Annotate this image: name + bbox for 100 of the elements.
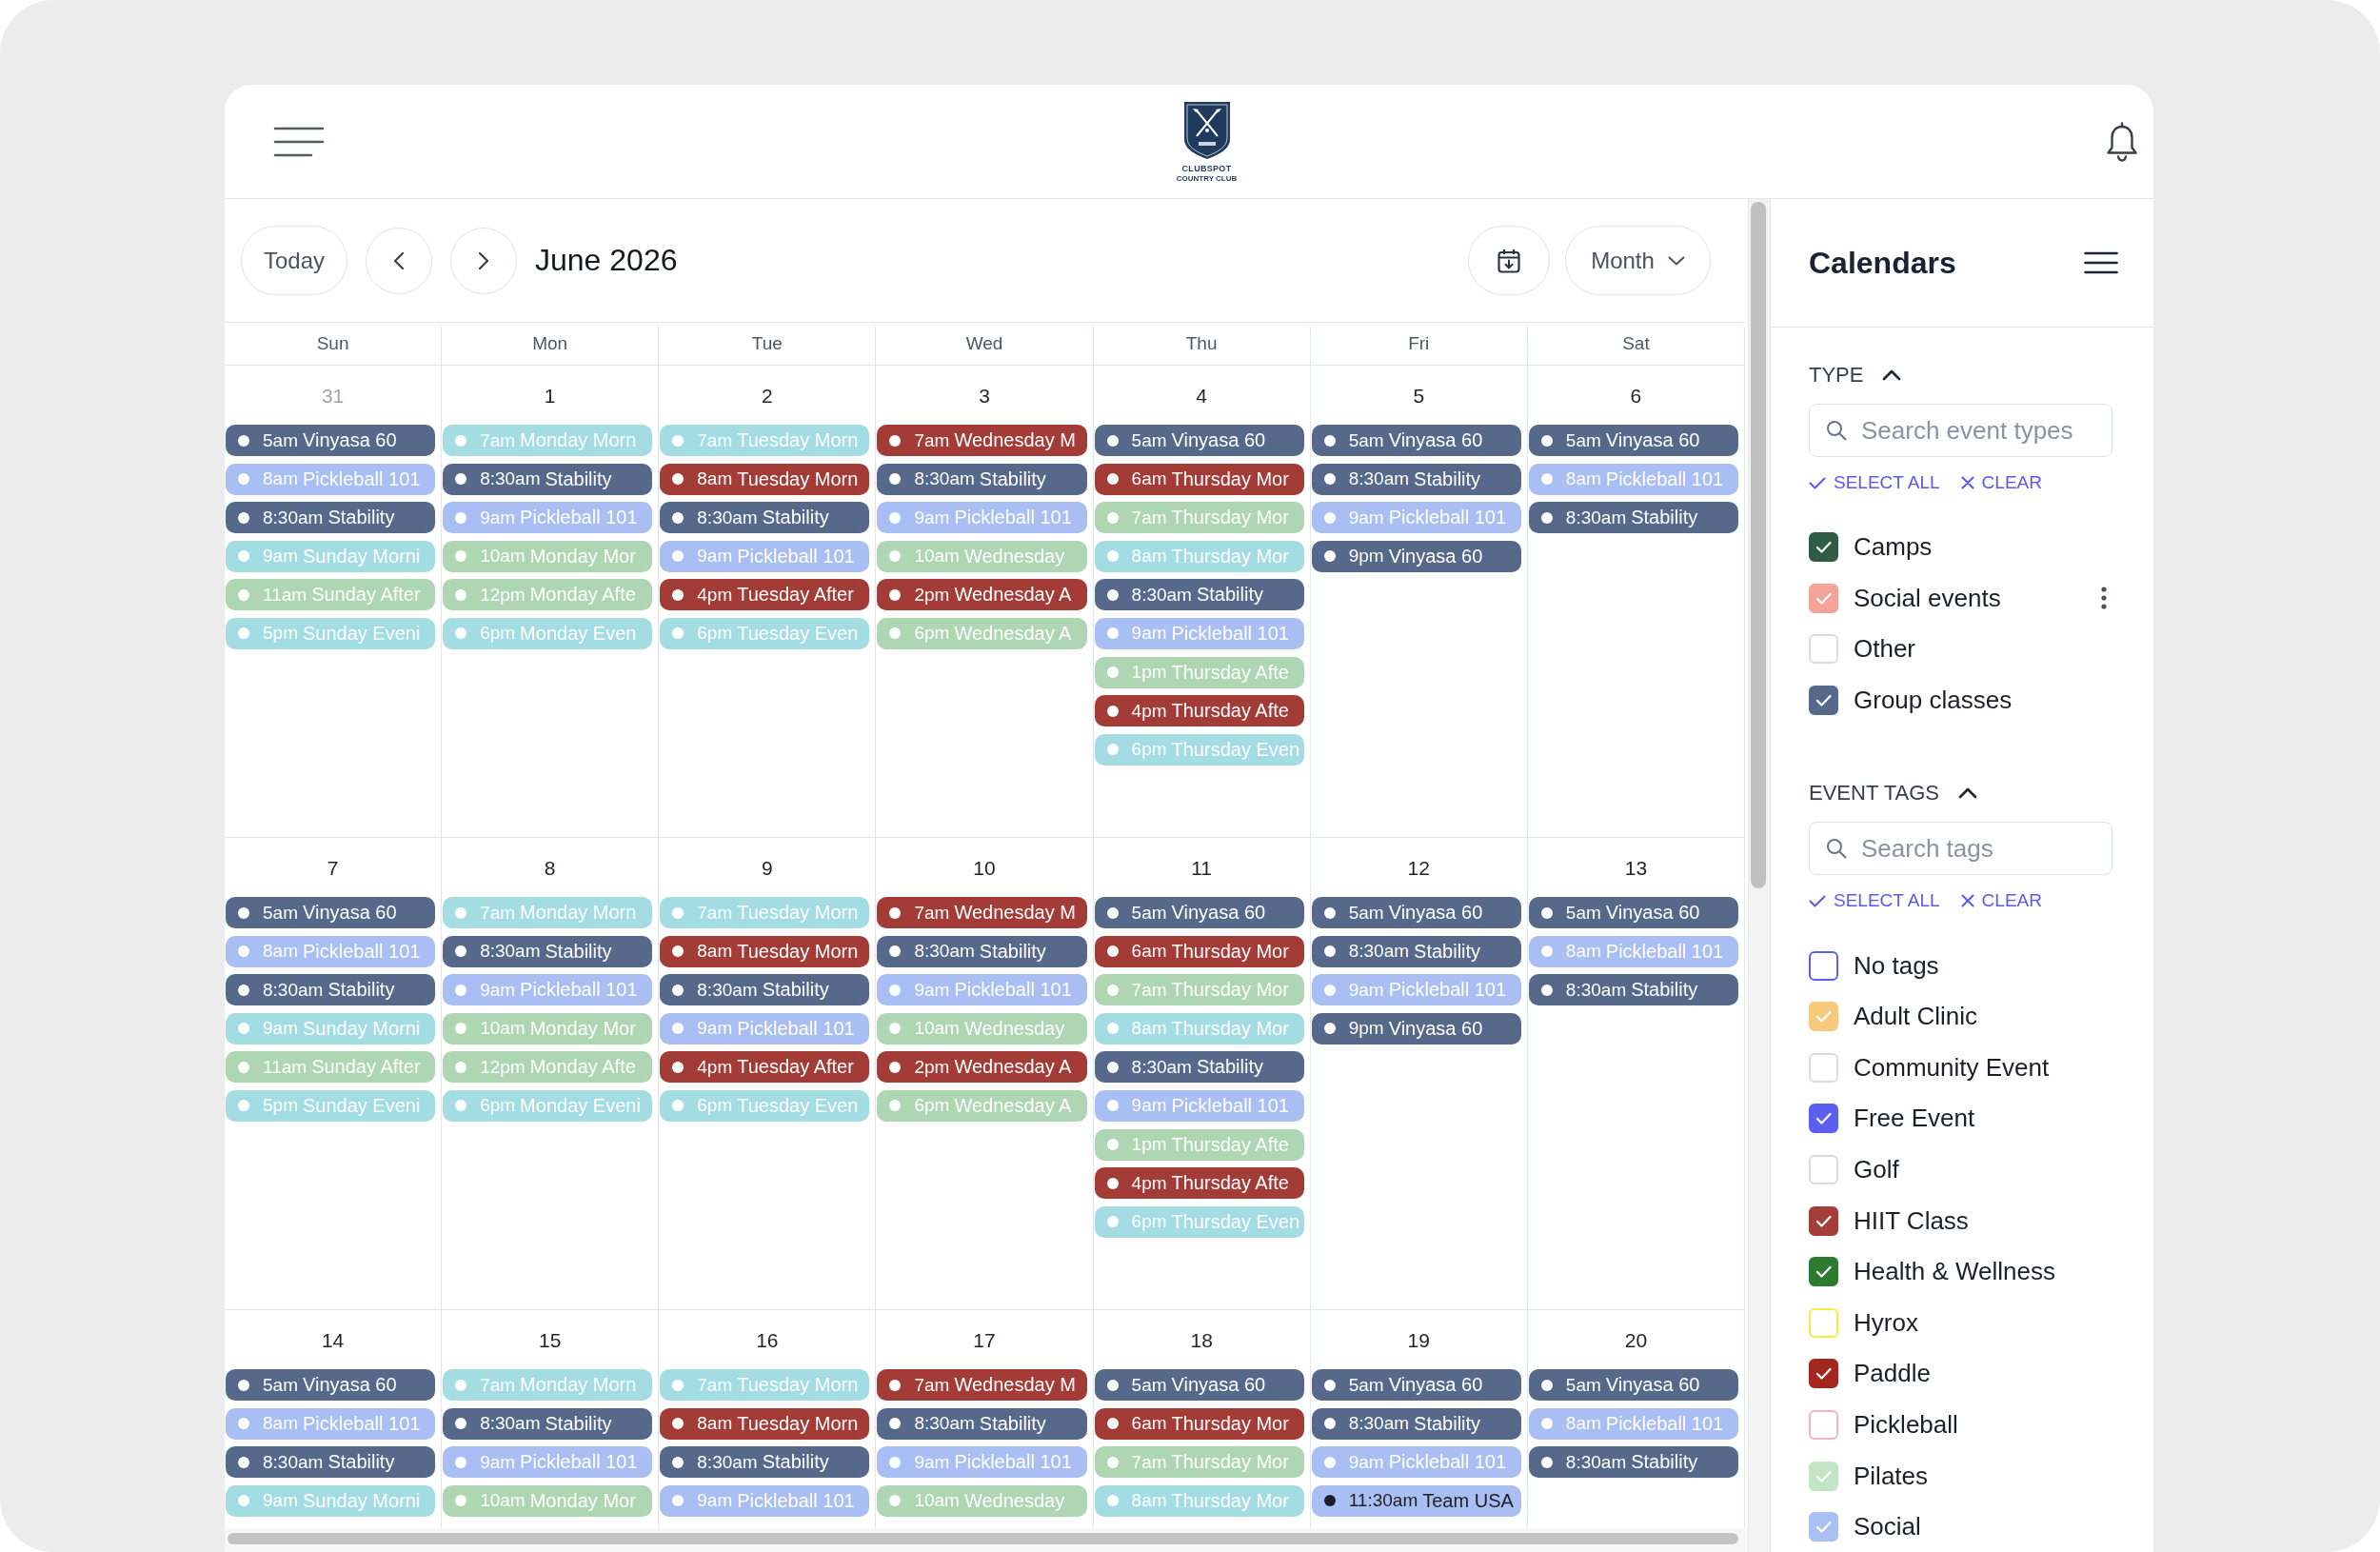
event-chip[interactable]: 9am Pickleball 101 [443,974,653,1006]
event-chip[interactable]: 1pm Thursday Afte [1094,1128,1304,1161]
event-chip[interactable]: 5am Vinyasa 60 [226,897,436,928]
event-chip[interactable]: 4pm Tuesday After [660,579,870,611]
event-chip[interactable]: 9am Pickleball 101 [443,1446,653,1479]
today-button[interactable]: Today [241,226,347,295]
more-options-icon[interactable] [2101,587,2107,610]
event-chip[interactable]: 6pm Tuesday Even [660,1089,870,1122]
event-chip[interactable]: 8:30am Stability [1094,1051,1304,1084]
event-chip[interactable]: 6pm Monday Even [443,617,653,649]
checkbox[interactable] [1809,1512,1838,1542]
event-chip[interactable]: 9am Sunday Morni [226,1484,436,1517]
event-chip[interactable]: 8:30am Stability [226,1446,436,1479]
event-chip[interactable]: 10am Wednesday [877,1484,1087,1517]
event-chip[interactable]: 9am Pickleball 101 [877,974,1087,1006]
event-chip[interactable]: 7am Tuesday Morn [660,425,870,456]
event-chip[interactable]: 6pm Wednesday A [877,617,1087,649]
chevron-up-icon[interactable] [1957,787,1977,800]
event-chip[interactable]: 4pm Thursday Afte [1094,1167,1304,1200]
event-chip[interactable]: 8:30am Stability [443,935,653,967]
event-chip[interactable]: 5am Vinyasa 60 [1528,1369,1738,1401]
clear-link[interactable]: CLEAR [1960,890,2042,912]
clear-link[interactable]: CLEAR [1960,472,2042,493]
event-chip[interactable]: 10am Wednesday [877,1012,1087,1045]
vertical-scrollbar-thumb[interactable] [1751,202,1766,888]
event-chip[interactable]: 11:30am Team USA [1311,1484,1521,1517]
event-chip[interactable]: 8:30am Stability [1311,463,1521,495]
event-chip[interactable]: 9am Pickleball 101 [877,502,1087,534]
checkbox[interactable] [1809,583,1838,613]
event-chip[interactable]: 5am Vinyasa 60 [1094,425,1304,456]
event-chip[interactable]: 6pm Thursday Even [1094,733,1304,766]
event-chip[interactable]: 7am Thursday Mor [1094,502,1304,534]
event-chip[interactable]: 7am Tuesday Morn [660,897,870,928]
event-chip[interactable]: 5am Vinyasa 60 [1311,425,1521,456]
event-chip[interactable]: 9am Pickleball 101 [660,1484,870,1517]
event-chip[interactable]: 5am Vinyasa 60 [1528,897,1738,928]
event-chip[interactable]: 9am Sunday Morni [226,1012,436,1045]
event-chip[interactable]: 5am Vinyasa 60 [1094,1369,1304,1401]
event-chip[interactable]: 9am Pickleball 101 [443,502,653,534]
checkbox[interactable] [1809,1257,1838,1287]
event-chip[interactable]: 8:30am Stability [226,502,436,534]
event-chip[interactable]: 9am Pickleball 101 [1311,502,1521,534]
event-chip[interactable]: 8am Pickleball 101 [226,935,436,967]
event-chip[interactable]: 7am Monday Morn [443,897,653,928]
event-chip[interactable]: 7am Wednesday M [877,1369,1087,1401]
event-chip[interactable]: 8:30am Stability [226,974,436,1006]
event-chip[interactable]: 8:30am Stability [1528,502,1738,534]
event-chip[interactable]: 8:30am Stability [443,1407,653,1440]
event-chip[interactable]: 8am Thursday Mor [1094,1012,1304,1045]
event-chip[interactable]: 5am Vinyasa 60 [1528,425,1738,456]
event-chip[interactable]: 8:30am Stability [877,463,1087,495]
event-chip[interactable]: 8:30am Stability [1528,1446,1738,1479]
checkbox[interactable] [1809,532,1838,563]
event-chip[interactable]: 8am Pickleball 101 [1528,1407,1738,1440]
event-chip[interactable]: 12pm Monday Afte [443,1051,653,1084]
event-chip[interactable]: 5am Vinyasa 60 [1311,897,1521,928]
event-chip[interactable]: 7am Wednesday M [877,897,1087,928]
select-all-link[interactable]: SELECT ALL [1809,472,1940,493]
event-chip[interactable]: 8:30am Stability [1311,1407,1521,1440]
event-chip[interactable]: 10am Monday Mor [443,1012,653,1045]
event-chip[interactable]: 7am Wednesday M [877,425,1087,456]
event-chip[interactable]: 7am Monday Morn [443,425,653,456]
search-field[interactable]: Search tags [1809,822,2112,876]
event-chip[interactable]: 9pm Vinyasa 60 [1311,1012,1521,1045]
event-chip[interactable]: 8:30am Stability [443,463,653,495]
select-all-link[interactable]: SELECT ALL [1809,890,1940,912]
event-chip[interactable]: 6pm Wednesday A [877,1089,1087,1122]
event-chip[interactable]: 8am Pickleball 101 [226,463,436,495]
event-chip[interactable]: 8:30am Stability [877,1407,1087,1440]
event-chip[interactable]: 9am Pickleball 101 [1094,617,1304,649]
event-chip[interactable]: 8:30am Stability [877,935,1087,967]
notification-bell-icon[interactable] [2104,121,2140,162]
event-chip[interactable]: 7am Monday Morn [443,1369,653,1401]
event-chip[interactable]: 8:30am Stability [660,502,870,534]
event-chip[interactable]: 9am Sunday Morni [226,540,436,572]
event-chip[interactable]: 5am Vinyasa 60 [1311,1369,1521,1401]
event-chip[interactable]: 10am Wednesday [877,540,1087,572]
event-chip[interactable]: 1pm Thursday Afte [1094,656,1304,688]
checkbox[interactable] [1809,1359,1838,1389]
event-chip[interactable]: 8am Pickleball 101 [1528,463,1738,495]
event-chip[interactable]: 7am Thursday Mor [1094,974,1304,1006]
event-chip[interactable]: 9am Pickleball 101 [1094,1089,1304,1122]
event-chip[interactable]: 9am Pickleball 101 [1311,974,1521,1006]
event-chip[interactable]: 4pm Tuesday After [660,1051,870,1084]
checkbox[interactable] [1809,1104,1838,1134]
event-chip[interactable]: 6am Thursday Mor [1094,463,1304,495]
event-chip[interactable]: 5pm Sunday Eveni [226,617,436,649]
event-chip[interactable]: 10am Monday Mor [443,540,653,572]
event-chip[interactable]: 11am Sunday After [226,1051,436,1084]
event-chip[interactable]: 9pm Vinyasa 60 [1311,540,1521,572]
event-chip[interactable]: 8:30am Stability [1528,974,1738,1006]
event-chip[interactable]: 5pm Sunday Eveni [226,1089,436,1122]
event-chip[interactable]: 8:30am Stability [660,1446,870,1479]
event-chip[interactable]: 9am Pickleball 101 [877,1446,1087,1479]
event-chip[interactable]: 9am Pickleball 101 [1311,1446,1521,1479]
horizontal-scrollbar-thumb[interactable] [228,1533,1738,1544]
view-dropdown[interactable]: Month [1565,226,1711,295]
event-chip[interactable]: 6pm Thursday Even [1094,1205,1304,1238]
menu-icon[interactable] [273,126,325,157]
chevron-up-icon[interactable] [1882,369,1902,381]
